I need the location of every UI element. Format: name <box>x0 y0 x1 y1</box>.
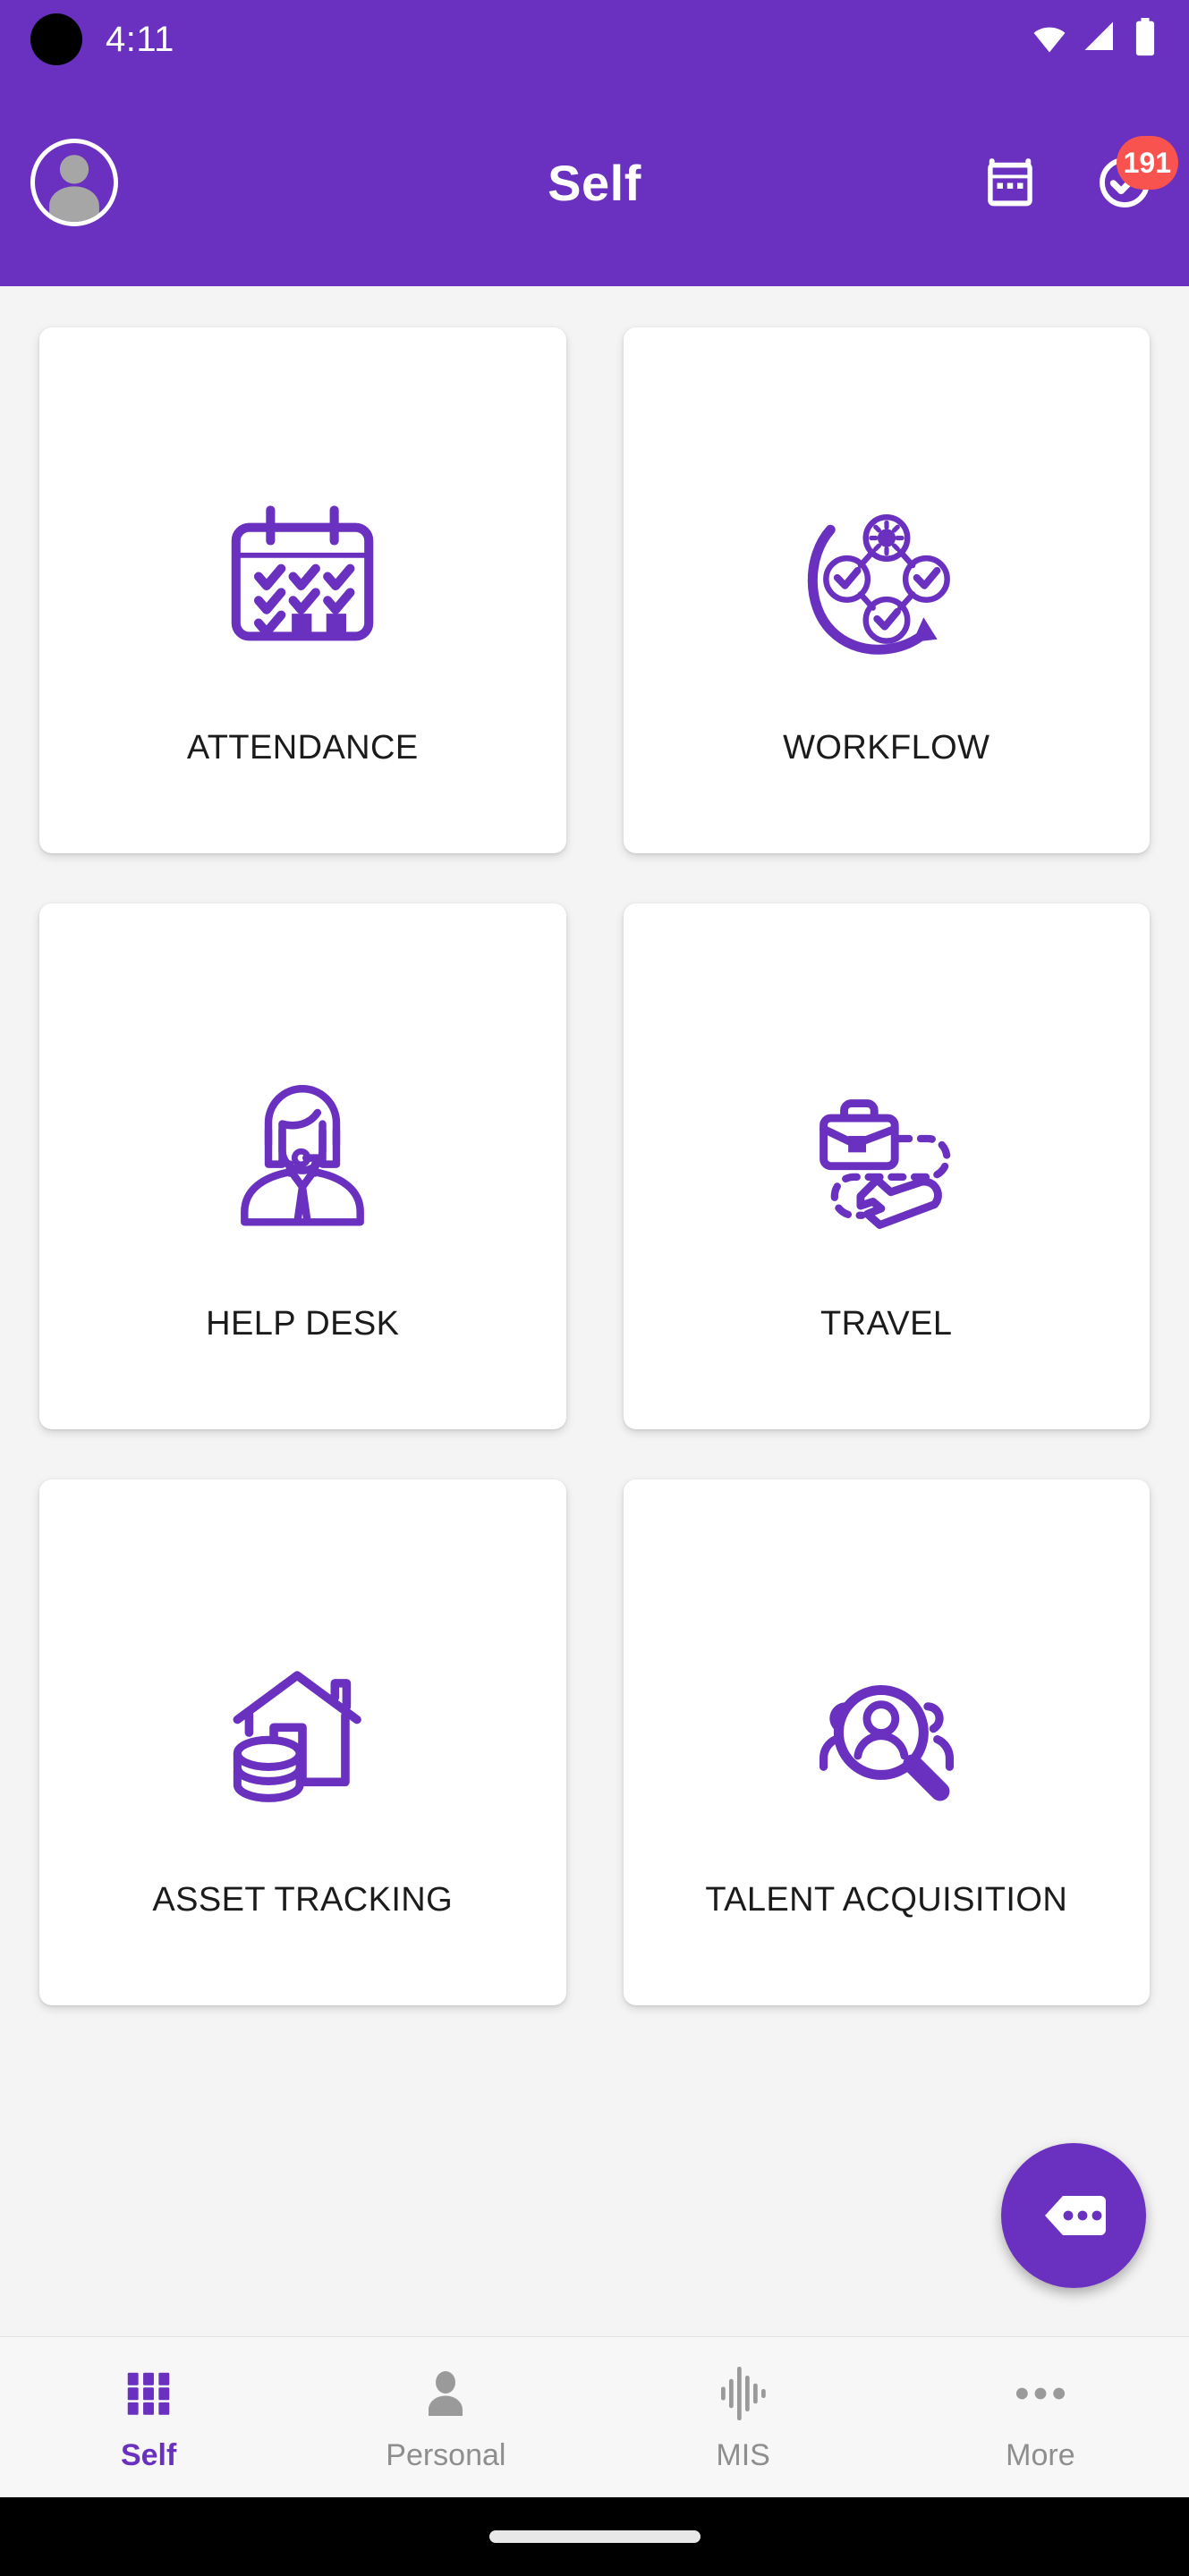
support-agent-icon <box>241 1085 365 1226</box>
notification-badge: 191 <box>1116 136 1178 190</box>
calendar-icon <box>988 158 1032 207</box>
calendar-check-icon <box>231 505 374 641</box>
module-label: WORKFLOW <box>783 729 990 767</box>
signal-icon <box>1082 19 1119 61</box>
nav-label: More <box>1006 2438 1075 2472</box>
module-label: TRAVEL <box>820 1305 953 1343</box>
module-label: TALENT ACQUISITION <box>705 1881 1068 1919</box>
card-icon-wrapper <box>219 1623 386 1847</box>
card-icon-wrapper <box>217 471 387 695</box>
app-bar: Self 191 <box>0 79 1189 286</box>
module-card-travel[interactable]: TRAVEL <box>623 903 1150 1429</box>
chat-tag-dots-icon <box>1045 2196 1106 2235</box>
nav-item-personal[interactable]: Personal <box>297 2337 594 2497</box>
person-icon <box>419 2361 472 2426</box>
gesture-navigation-bar <box>0 2497 1189 2576</box>
calendar-button[interactable] <box>976 148 1044 216</box>
module-grid: ATTENDANCE WORKFLOW HELP DESK TRAVEL ASS… <box>39 327 1150 2005</box>
house-coins-icon <box>233 1671 362 1802</box>
module-grid-container: ATTENDANCE WORKFLOW HELP DESK TRAVEL ASS… <box>0 286 1189 2336</box>
approvals-button[interactable]: 191 <box>1091 136 1178 216</box>
nav-label: MIS <box>716 2438 770 2472</box>
nav-item-mis[interactable]: MIS <box>595 2337 892 2497</box>
module-card-asset-tracking[interactable]: ASSET TRACKING <box>39 1479 566 2005</box>
module-card-talent-acquisition[interactable]: TALENT ACQUISITION <box>623 1479 1150 2005</box>
waveform-icon <box>717 2361 770 2426</box>
person-search-icon <box>819 1684 954 1801</box>
bottom-navigation: Self Personal MIS More <box>0 2336 1189 2497</box>
module-card-workflow[interactable]: WORKFLOW <box>623 327 1150 853</box>
card-icon-wrapper <box>222 1047 383 1271</box>
module-label: ATTENDANCE <box>186 729 419 767</box>
module-card-attendance[interactable]: ATTENDANCE <box>39 327 566 853</box>
status-bar-icons <box>1030 17 1159 62</box>
card-icon-wrapper <box>799 1047 974 1271</box>
home-indicator[interactable] <box>488 2530 701 2543</box>
battery-icon <box>1132 17 1159 62</box>
chat-fab[interactable] <box>1001 2143 1146 2288</box>
grid-icon <box>121 2361 176 2426</box>
nav-label: Self <box>120 2438 177 2472</box>
nav-label: Personal <box>386 2438 506 2472</box>
briefcase-airplane-icon <box>819 1099 951 1229</box>
module-card-help-desk[interactable]: HELP DESK <box>39 903 566 1429</box>
camera-punch-hole <box>30 13 82 65</box>
wifi-icon <box>1030 18 1069 62</box>
nav-item-more[interactable]: More <box>892 2337 1189 2497</box>
status-bar: 4:11 <box>0 0 1189 79</box>
dots-icon <box>1013 2361 1068 2426</box>
avatar[interactable] <box>30 139 118 226</box>
workflow-nodes-icon <box>807 513 950 655</box>
status-bar-clock: 4:11 <box>106 19 174 59</box>
module-label: ASSET TRACKING <box>152 1881 454 1919</box>
user-avatar-placeholder-icon <box>49 155 99 222</box>
phone-screen: 4:11 Self 191 ATTENDANCE WORKFLOW HELP D… <box>0 0 1189 2576</box>
app-bar-actions: 191 <box>976 136 1178 216</box>
nav-item-self[interactable]: Self <box>0 2337 297 2497</box>
card-icon-wrapper <box>799 1623 974 1847</box>
module-label: HELP DESK <box>206 1305 400 1343</box>
card-icon-wrapper <box>799 471 974 695</box>
